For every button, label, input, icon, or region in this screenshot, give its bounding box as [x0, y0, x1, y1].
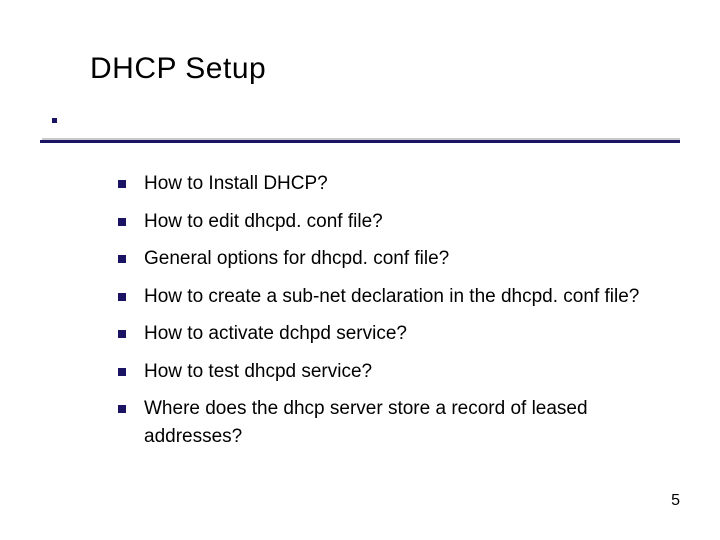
- accent-square-icon: [52, 118, 57, 123]
- bullet-list: How to Install DHCP? How to edit dhcpd. …: [118, 170, 678, 460]
- list-item: How to activate dchpd service?: [118, 320, 678, 348]
- list-item-text: How to activate dchpd service?: [144, 320, 678, 348]
- square-bullet-icon: [118, 405, 126, 413]
- list-item: Where does the dhcp server store a recor…: [118, 395, 678, 450]
- list-item-text: How to create a sub-net declaration in t…: [144, 283, 678, 311]
- list-item-text: How to Install DHCP?: [144, 170, 678, 198]
- square-bullet-icon: [118, 218, 126, 226]
- list-item-text: General options for dhcpd. conf file?: [144, 245, 678, 273]
- title-underline: [40, 138, 680, 143]
- list-item: How to Install DHCP?: [118, 170, 678, 198]
- list-item-text: Where does the dhcp server store a recor…: [144, 395, 678, 450]
- list-item: General options for dhcpd. conf file?: [118, 245, 678, 273]
- underline-bar: [40, 140, 680, 143]
- square-bullet-icon: [118, 330, 126, 338]
- list-item-text: How to test dhcpd service?: [144, 358, 678, 386]
- list-item: How to test dhcpd service?: [118, 358, 678, 386]
- square-bullet-icon: [118, 368, 126, 376]
- list-item-text: How to edit dhcpd. conf file?: [144, 208, 678, 236]
- slide: DHCP Setup How to Install DHCP? How to e…: [0, 0, 720, 540]
- square-bullet-icon: [118, 180, 126, 188]
- page-number: 5: [671, 492, 680, 510]
- list-item: How to edit dhcpd. conf file?: [118, 208, 678, 236]
- square-bullet-icon: [118, 293, 126, 301]
- slide-title: DHCP Setup: [90, 52, 266, 86]
- square-bullet-icon: [118, 255, 126, 263]
- list-item: How to create a sub-net declaration in t…: [118, 283, 678, 311]
